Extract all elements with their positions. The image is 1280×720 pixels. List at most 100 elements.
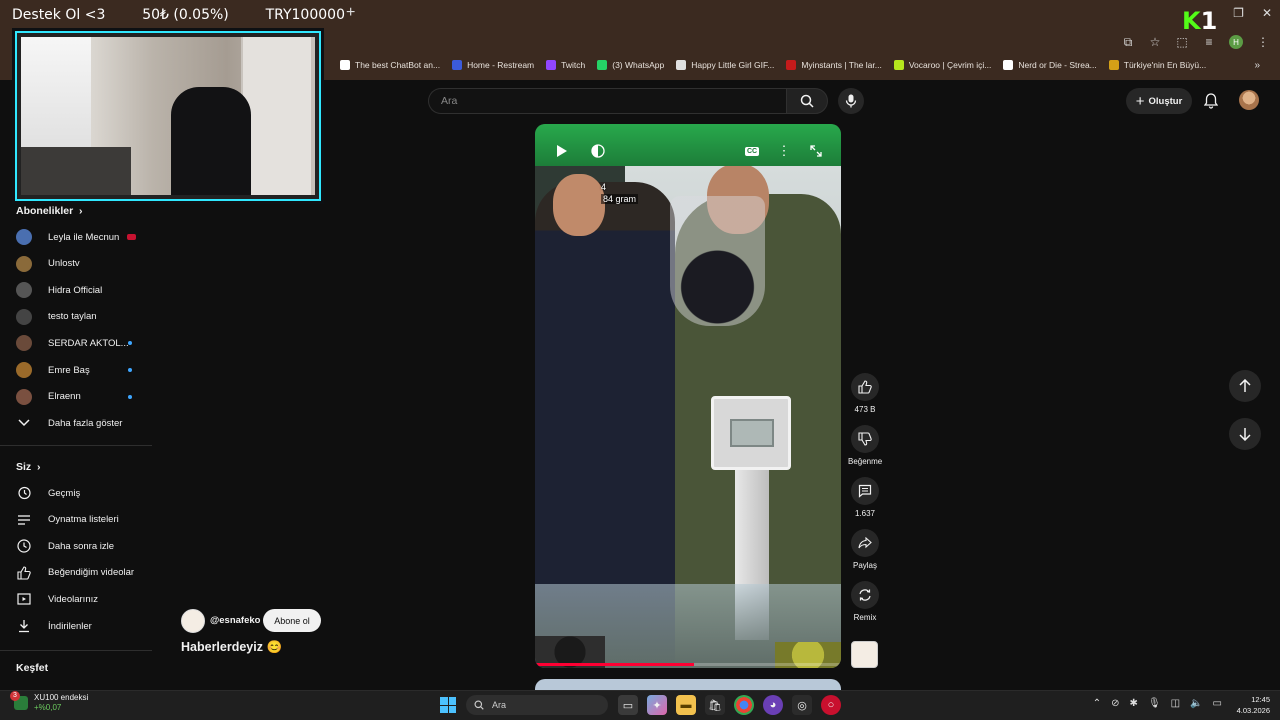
bookmark-item[interactable]: Happy Little Girl GIF... <box>676 60 774 70</box>
stock-widget[interactable]: 3 XU100 endeksi +%0,07 <box>10 691 88 713</box>
thumbs-down-icon <box>858 432 872 446</box>
battery-icon[interactable]: ▭ <box>1213 698 1222 709</box>
previous-video-button[interactable] <box>1229 370 1261 402</box>
bookmark-label: Vocaroo | Çevrim içi... <box>908 60 992 70</box>
account-avatar[interactable] <box>1239 90 1259 110</box>
cast-icon[interactable]: ⧉ <box>1121 35 1135 49</box>
shorts-video-player[interactable]: 4 84 gram CC ⋮ <box>535 124 841 668</box>
subscription-item[interactable]: Leyla ile Mecnun <box>16 227 146 247</box>
store-icon[interactable]: 🛍 <box>705 695 725 715</box>
share-button[interactable] <box>851 529 879 557</box>
subscriptions-header[interactable]: Abonelikler › <box>16 205 83 217</box>
bookmark-favicon-icon <box>1003 60 1014 70</box>
dislike-button[interactable] <box>851 425 879 453</box>
you-item[interactable]: Oynatma listeleri <box>16 510 146 530</box>
subscription-item[interactable]: Elraenn <box>16 387 146 407</box>
volume-button[interactable] <box>589 142 607 160</box>
profile-avatar[interactable]: H <box>1229 35 1243 49</box>
you-item[interactable]: İndirilenler <box>16 616 146 636</box>
bookmark-star-icon[interactable]: ☆ <box>1148 35 1162 49</box>
next-video-preview[interactable] <box>535 679 841 690</box>
video-progress-fill <box>535 663 695 666</box>
you-item-label: Videolarınız <box>48 593 98 605</box>
media-control-icon[interactable]: ≡ <box>1202 35 1216 49</box>
create-button[interactable]: + Oluştur <box>1126 88 1192 114</box>
you-item[interactable]: Geçmiş <box>16 483 146 503</box>
sidebar: Abonelikler › Leyla ile Mecnun Unlostv Hid… <box>0 200 160 690</box>
captions-button[interactable]: CC <box>743 142 761 160</box>
bookmark-item[interactable]: (3) WhatsApp <box>597 60 664 70</box>
bookmark-item[interactable]: The best ChatBot an... <box>340 60 440 70</box>
discord-icon[interactable]: ◕ <box>763 695 783 715</box>
you-item[interactable]: Daha sonra izle <box>16 536 146 556</box>
you-item-label: Oynatma listeleri <box>48 514 119 526</box>
copilot-icon[interactable]: ✦ <box>647 695 667 715</box>
system-tray: ⌃ ⊘ ✱ 🎙 ◫ 🔈 ▭ <box>1093 698 1222 709</box>
restore-icon[interactable]: ❐ <box>1233 6 1244 20</box>
bookmark-item[interactable]: Twitch <box>546 60 585 70</box>
subscription-item[interactable]: SERDAR AKTOL... <box>16 333 146 353</box>
video-scale-screen <box>730 419 774 447</box>
voice-search-button[interactable] <box>838 88 864 114</box>
chrome-icon[interactable] <box>734 695 754 715</box>
channel-avatar <box>16 255 32 272</box>
taskbar-search[interactable]: Ara <box>466 695 608 715</box>
you-header[interactable]: Siz › <box>16 461 41 473</box>
video-top-gradient <box>535 124 841 166</box>
speaker-icon[interactable]: 🔈 <box>1190 698 1202 709</box>
remix-action: Remix <box>848 581 882 622</box>
notifications-button[interactable] <box>1200 90 1222 112</box>
bookmarks-overflow-button[interactable]: » <box>1254 60 1260 71</box>
fullscreen-button[interactable] <box>807 142 825 160</box>
video-progress-bar[interactable] <box>535 663 841 666</box>
tray-chevron-up-icon[interactable]: ⌃ <box>1093 698 1101 709</box>
obs-icon[interactable]: ◎ <box>792 695 812 715</box>
subscription-item[interactable]: Hidra Official <box>16 280 146 300</box>
bookmark-item[interactable]: Home - Restream <box>452 60 534 70</box>
subscribe-button[interactable]: Abone ol <box>263 609 321 632</box>
you-item[interactable]: Beğendiğim videolar <box>16 563 146 583</box>
tray-app-icon[interactable]: ⊘ <box>1111 698 1119 709</box>
file-explorer-icon[interactable]: ▬ <box>676 695 696 715</box>
remix-button[interactable] <box>851 581 879 609</box>
more-options-button[interactable]: ⋮ <box>775 142 793 160</box>
extensions-icon[interactable]: ⬚ <box>1175 35 1189 49</box>
browser-menu-icon[interactable]: ⋮ <box>1256 35 1270 49</box>
show-more-label: Daha fazla göster <box>48 417 123 429</box>
subscription-item[interactable]: Unlostv <box>16 254 146 274</box>
sound-thumbnail[interactable] <box>851 641 878 668</box>
video-person-left-head <box>553 174 605 236</box>
like-count: 473 B <box>854 405 876 414</box>
bluetooth-icon[interactable]: ✱ <box>1130 698 1138 709</box>
opera-icon[interactable]: ○ <box>821 695 841 715</box>
like-button[interactable] <box>851 373 879 401</box>
network-icon[interactable]: ◫ <box>1171 698 1180 709</box>
play-button[interactable] <box>553 142 571 160</box>
bookmark-item[interactable]: Nerd or Die - Strea... <box>1003 60 1097 70</box>
chevron-right-icon: › <box>34 461 41 473</box>
taskbar-clock[interactable]: 12:45 4.03.2026 <box>1237 694 1270 716</box>
close-window-icon[interactable]: ✕ <box>1262 6 1272 20</box>
search-button[interactable] <box>786 88 828 114</box>
bookmark-item[interactable]: Vocaroo | Çevrim içi... <box>893 60 992 70</box>
subscription-item[interactable]: testo taylan <box>16 307 146 327</box>
microphone-icon <box>845 94 857 108</box>
show-more-button[interactable]: Daha fazla göster <box>16 413 146 433</box>
subscription-item[interactable]: Emre Baş <box>16 360 146 380</box>
task-view-icon[interactable]: ▭ <box>618 695 638 715</box>
channel-name[interactable]: @esnafeko <box>210 615 260 626</box>
new-tab-button[interactable]: + <box>346 4 355 22</box>
you-item[interactable]: Videolarınız <box>16 589 146 609</box>
channel-avatar <box>16 282 32 299</box>
start-button[interactable] <box>440 697 456 713</box>
search-input[interactable]: Ara <box>428 88 786 114</box>
like-action: 473 B <box>848 373 882 414</box>
next-video-button[interactable] <box>1229 418 1261 450</box>
channel-avatar[interactable] <box>181 609 205 633</box>
bookmark-item[interactable]: Türkiye'nin En Büyü... <box>1108 60 1206 70</box>
bookmark-favicon-icon <box>893 60 904 70</box>
comments-button[interactable] <box>851 477 879 505</box>
bookmark-item[interactable]: Myinstants | The lar... <box>786 60 882 70</box>
microphone-tray-icon[interactable]: 🎙 <box>1148 698 1161 709</box>
arrow-down-icon <box>1239 428 1251 441</box>
